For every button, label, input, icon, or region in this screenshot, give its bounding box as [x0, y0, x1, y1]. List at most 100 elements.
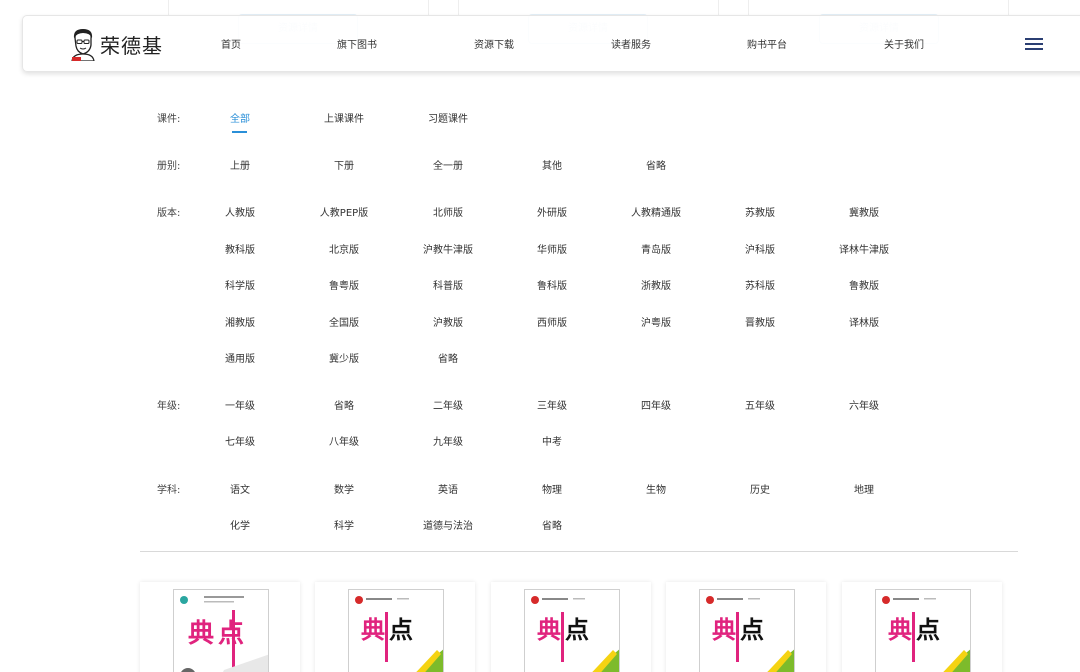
filter-option[interactable]: 二年级 [398, 397, 498, 412]
filter-option[interactable]: 习题课件 [398, 110, 498, 125]
section-divider [140, 551, 1018, 552]
filter-option[interactable]: 华师版 [502, 241, 602, 256]
filter-label-volume: 册别: [157, 161, 181, 172]
book-cover-image[interactable]: 典 点 [524, 589, 620, 672]
background-divider [748, 0, 749, 16]
filter-option[interactable]: 鲁教版 [814, 277, 914, 292]
book-card[interactable]: 典 点 [315, 582, 475, 672]
svg-text:典: 典 [888, 616, 912, 644]
svg-text:典: 典 [712, 616, 736, 644]
filter-option[interactable]: 三年级 [502, 397, 602, 412]
portrait-logo-icon [71, 29, 95, 61]
filter-option[interactable]: 五年级 [710, 397, 810, 412]
filter-option[interactable]: 语文 [190, 481, 290, 496]
nav-books[interactable]: 旗下图书 [337, 36, 377, 51]
svg-text:点: 点 [389, 616, 413, 644]
filter-option[interactable]: 九年级 [398, 433, 498, 448]
svg-text:点: 点 [740, 616, 764, 644]
hamburger-menu-icon[interactable] [1025, 38, 1043, 50]
book-card[interactable]: 典 点 [666, 582, 826, 672]
filter-option[interactable]: 化学 [190, 517, 290, 532]
filter-option[interactable]: 七年级 [190, 433, 290, 448]
book-cover-image[interactable]: 典 点 [348, 589, 444, 672]
filter-option[interactable]: 下册 [294, 157, 394, 172]
nav-downloads[interactable]: 资源下载 [474, 36, 514, 51]
filter-option[interactable]: 一年级 [190, 397, 290, 412]
filter-option[interactable]: 上册 [190, 157, 290, 172]
filter-option[interactable]: 省略 [294, 397, 394, 412]
nav-shop[interactable]: 购书平台 [747, 36, 787, 51]
filter-option[interactable]: 中考 [502, 433, 602, 448]
selected-underline [232, 131, 247, 133]
filter-option[interactable]: 沪教牛津版 [398, 241, 498, 256]
svg-text:点: 点 [218, 618, 244, 649]
filter-option[interactable]: 苏科版 [710, 277, 810, 292]
filter-option[interactable]: 地理 [814, 481, 914, 496]
top-header: 荣德基 首页 旗下图书 资源下载 读者服务 购书平台 关于我们 [22, 15, 1080, 72]
filter-option[interactable]: 教科版 [190, 241, 290, 256]
filter-option[interactable]: 通用版 [190, 350, 290, 365]
filter-option[interactable]: 历史 [710, 481, 810, 496]
filter-option[interactable]: 省略 [502, 517, 602, 532]
filter-option[interactable]: 省略 [606, 157, 706, 172]
filter-option[interactable]: 晋教版 [710, 314, 810, 329]
book-cover-image[interactable]: 典 点 [875, 589, 971, 672]
filter-option[interactable]: 沪粤版 [606, 314, 706, 329]
filter-option[interactable]: 其他 [502, 157, 602, 172]
background-divider [718, 0, 719, 16]
filter-option[interactable]: 英语 [398, 481, 498, 496]
background-divider [428, 0, 429, 16]
filter-option[interactable]: 上课课件 [294, 110, 394, 125]
filter-option[interactable]: 六年级 [814, 397, 914, 412]
filter-option[interactable]: 道德与法治 [398, 517, 498, 532]
svg-text:点: 点 [565, 616, 589, 644]
filter-option[interactable]: 苏教版 [710, 204, 810, 219]
book-card[interactable]: 典 点 [491, 582, 651, 672]
svg-text:典: 典 [537, 616, 561, 644]
filter-option[interactable]: 物理 [502, 481, 602, 496]
filter-option[interactable]: 外研版 [502, 204, 602, 219]
background-divider [458, 0, 459, 16]
filter-label-edition: 版本: [157, 208, 181, 219]
book-card[interactable]: 典 点 [842, 582, 1002, 672]
filter-option[interactable]: 省略 [398, 350, 498, 365]
nav-about[interactable]: 关于我们 [884, 36, 924, 51]
nav-reader-service[interactable]: 读者服务 [611, 36, 651, 51]
filter-option[interactable]: 科普版 [398, 277, 498, 292]
filter-option[interactable]: 科学版 [190, 277, 290, 292]
filter-option[interactable]: 全国版 [294, 314, 394, 329]
filter-option[interactable]: 冀少版 [294, 350, 394, 365]
svg-text:典: 典 [188, 619, 214, 649]
logo-text: 荣德基 [100, 33, 163, 58]
filter-option[interactable]: 青岛版 [606, 241, 706, 256]
filter-option[interactable]: 人教版 [190, 204, 290, 219]
filter-option[interactable]: 数学 [294, 481, 394, 496]
filter-option[interactable]: 鲁粤版 [294, 277, 394, 292]
book-cover-image[interactable]: 典 点 [173, 589, 269, 672]
filter-option[interactable]: 译林牛津版 [814, 241, 914, 256]
filter-option[interactable]: 冀教版 [814, 204, 914, 219]
filter-option[interactable]: 八年级 [294, 433, 394, 448]
background-divider [168, 0, 169, 16]
filter-option[interactable]: 湘教版 [190, 314, 290, 329]
brand-logo[interactable]: 荣德基 [69, 26, 179, 62]
filter-option[interactable]: 人教PEP版 [294, 204, 394, 219]
svg-text:典: 典 [361, 616, 385, 644]
filter-option[interactable]: 沪科版 [710, 241, 810, 256]
filter-option[interactable]: 浙教版 [606, 277, 706, 292]
book-card[interactable]: 典 点 [140, 582, 300, 672]
filter-option[interactable]: 西师版 [502, 314, 602, 329]
filter-option[interactable]: 科学 [294, 517, 394, 532]
filter-option[interactable]: 四年级 [606, 397, 706, 412]
filter-option[interactable]: 人教精通版 [606, 204, 706, 219]
filter-option[interactable]: 生物 [606, 481, 706, 496]
filter-option[interactable]: 北师版 [398, 204, 498, 219]
filter-option[interactable]: 全一册 [398, 157, 498, 172]
filter-option[interactable]: 北京版 [294, 241, 394, 256]
book-cover-image[interactable]: 典 点 [699, 589, 795, 672]
filter-option[interactable]: 沪教版 [398, 314, 498, 329]
filter-option-all[interactable]: 全部 [190, 110, 290, 125]
filter-option[interactable]: 译林版 [814, 314, 914, 329]
nav-home[interactable]: 首页 [221, 36, 241, 51]
filter-option[interactable]: 鲁科版 [502, 277, 602, 292]
